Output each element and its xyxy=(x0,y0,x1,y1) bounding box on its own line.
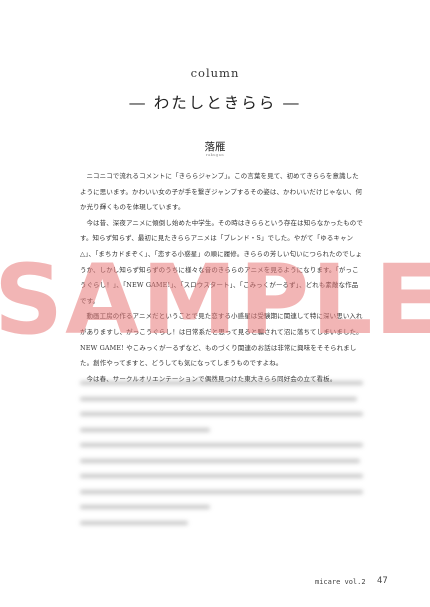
blurred-text-region xyxy=(80,381,363,536)
blurred-line xyxy=(80,396,358,401)
author-name: 落雁 xyxy=(204,141,226,153)
blurred-line xyxy=(80,412,363,416)
blurred-line xyxy=(80,427,211,432)
page-number: 47 xyxy=(377,576,388,586)
blurred-line xyxy=(80,520,188,525)
column-title: ― わたしときらら ― xyxy=(129,94,301,112)
blurred-line xyxy=(80,505,211,509)
blurred-line xyxy=(80,443,363,447)
paragraph-1: ニコニコで流れるコメントに「きららジャンプ」。この言葉を見て、初めてきららを意識… xyxy=(80,172,363,212)
author-ruby: rakugan xyxy=(205,153,225,157)
column-label: column xyxy=(190,66,240,80)
paragraph-2: 今は昔、深夜アニメに傾倒し始めた中学生。その時はきららという存在は知らなかったも… xyxy=(80,218,363,305)
blurred-line xyxy=(80,489,363,494)
paragraph-3: 動画工房の作るアニメだということで見た恋する小惑星は受験期に関連して特に深い思い… xyxy=(80,312,363,368)
blurred-line xyxy=(80,458,361,463)
magazine-page: column ― わたしときらら ― 落雁 rakugan ニコニコで流れるコメ… xyxy=(0,0,430,607)
blurred-line xyxy=(80,381,363,385)
blurred-line xyxy=(80,474,363,478)
magazine-title: micare vol.2 xyxy=(315,578,366,586)
article-body: ニコニコで流れるコメントに「きららジャンプ」。この言葉を見て、初めてきららを意識… xyxy=(80,169,363,387)
